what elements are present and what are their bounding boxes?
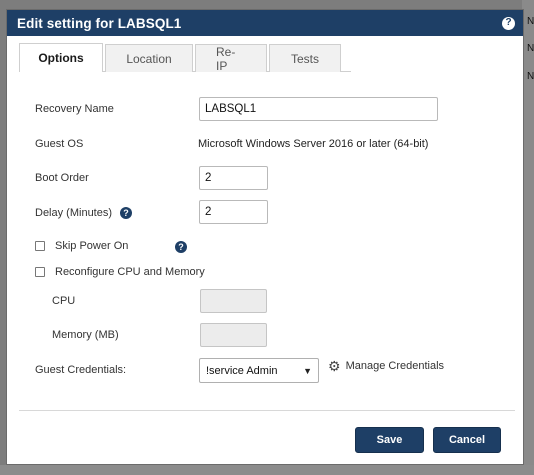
dialog-titlebar: Edit setting for LABSQL1 ? (7, 10, 523, 36)
boot-order-row: Boot Order (35, 172, 89, 184)
boot-order-input[interactable] (199, 166, 268, 190)
edit-setting-dialog: Edit setting for LABSQL1 ? Options Locat… (6, 9, 524, 465)
dialog-title: Edit setting for LABSQL1 (17, 15, 182, 31)
memory-input (200, 323, 267, 347)
save-button[interactable]: Save (355, 427, 424, 453)
cpu-label: CPU (52, 295, 76, 307)
guest-credentials-selected: !service Admin (206, 364, 278, 377)
gears-icon: ⚙ (328, 358, 341, 374)
cpu-input (200, 289, 267, 313)
tab-bar: Options Location Re-IP Tests (19, 43, 343, 73)
chevron-down-icon: ▼ (303, 365, 312, 376)
boot-order-label: Boot Order (35, 172, 89, 184)
tab-location[interactable]: Location (105, 44, 193, 72)
tab-re-ip[interactable]: Re-IP (195, 44, 267, 73)
recovery-name-input[interactable] (199, 97, 438, 121)
skip-power-on-row: Skip Power On (35, 240, 128, 252)
manage-credentials-label: Manage Credentials (345, 360, 445, 372)
reconfigure-row: Reconfigure CPU and Memory (35, 266, 205, 278)
cancel-button[interactable]: Cancel (433, 427, 501, 453)
guest-credentials-row: Guest Credentials: (35, 364, 126, 376)
delay-row: Delay (Minutes) ? (35, 207, 133, 219)
guest-credentials-select[interactable]: !service Admin ▼ (199, 358, 319, 383)
reconfigure-checkbox[interactable] (35, 267, 45, 277)
tab-tests[interactable]: Tests (269, 44, 341, 72)
help-icon[interactable]: ? (502, 16, 515, 30)
cpu-row: CPU (52, 295, 75, 307)
guest-credentials-label: Guest Credentials: (35, 364, 127, 376)
recovery-name-label: Recovery Name (35, 103, 114, 115)
skip-power-on-label: Skip Power On (55, 240, 129, 252)
background-text: N (527, 16, 534, 27)
delay-label: Delay (Minutes) (35, 207, 113, 219)
guest-os-label: Guest OS (35, 138, 84, 150)
tab-options[interactable]: Options (19, 43, 103, 72)
recovery-name-row: Recovery Name (35, 103, 114, 115)
delay-input[interactable] (199, 200, 268, 224)
guest-os-value: Microsoft Windows Server 2016 or later (… (198, 138, 429, 150)
manage-credentials-link[interactable]: ⚙ Manage Credentials (328, 359, 444, 373)
skip-power-on-help-icon[interactable]: ? (175, 241, 187, 253)
background-strip (0, 465, 534, 475)
delay-help-icon[interactable]: ? (120, 207, 133, 219)
background-text: N (527, 43, 534, 54)
guest-os-row: Guest OS (35, 138, 83, 150)
skip-power-on-checkbox[interactable] (35, 241, 45, 251)
background-text: N (527, 71, 534, 82)
footer-divider (19, 410, 515, 411)
memory-label: Memory (MB) (52, 329, 119, 341)
memory-row: Memory (MB) (52, 329, 119, 341)
reconfigure-label: Reconfigure CPU and Memory (55, 266, 205, 278)
